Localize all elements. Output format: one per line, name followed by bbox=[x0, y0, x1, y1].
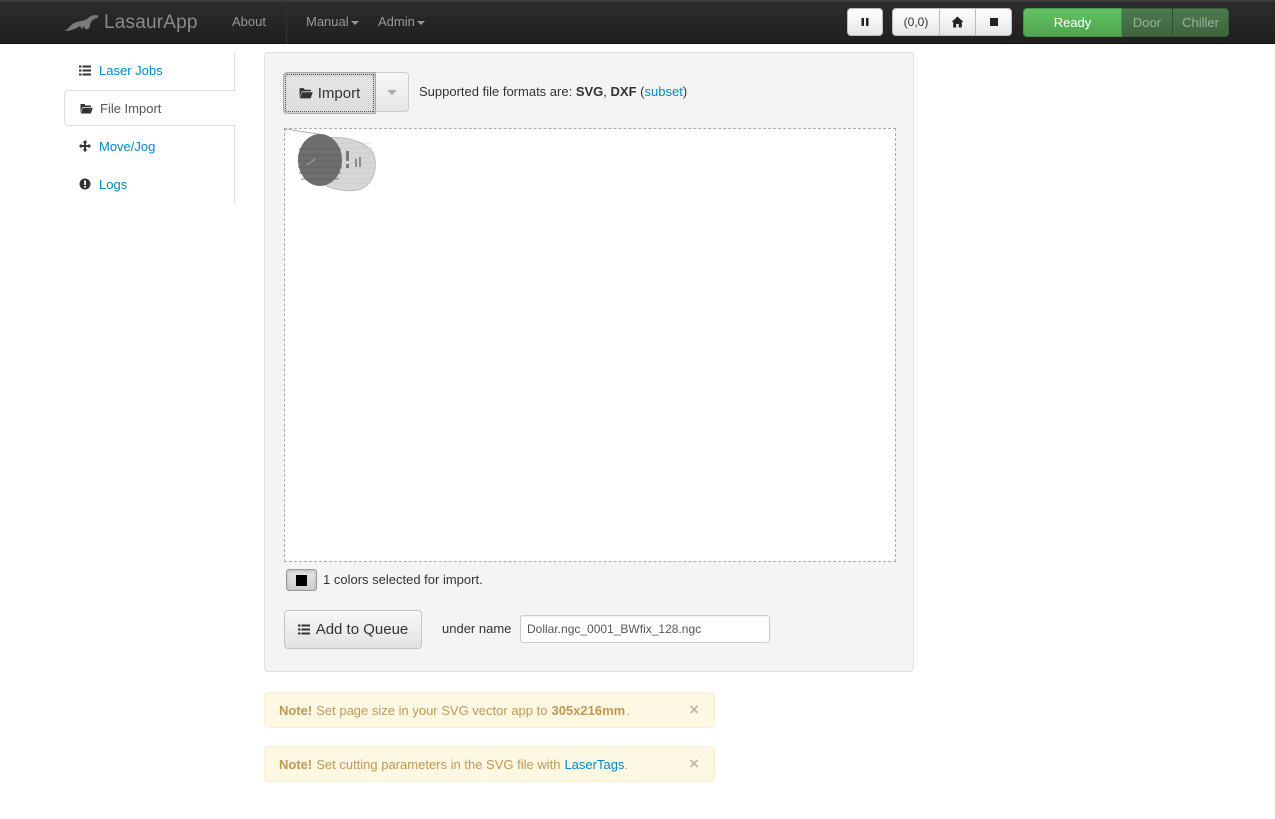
add-to-queue-button[interactable]: Add to Queue bbox=[284, 610, 422, 649]
add-to-queue-label: Add to Queue bbox=[315, 621, 409, 638]
sidebar-tabs: Laser Jobs File Import Move/Jog Logs bbox=[64, 52, 236, 204]
supported-formats-text: Supported file formats are: SVG, DXF (su… bbox=[419, 84, 687, 99]
import-options-dropdown[interactable] bbox=[376, 72, 409, 112]
brand-logo[interactable]: LasaurApp bbox=[62, 8, 198, 38]
list-icon bbox=[78, 65, 92, 76]
caret-down-icon bbox=[387, 89, 397, 95]
caret-down-icon bbox=[350, 20, 359, 25]
sidebar-item-move-jog[interactable]: Move/Jog bbox=[64, 128, 235, 164]
alert-note-label: Note! bbox=[279, 702, 313, 718]
goto-origin-button[interactable]: (0,0) bbox=[892, 8, 940, 36]
stop-icon bbox=[989, 18, 998, 26]
home-button[interactable] bbox=[940, 8, 976, 36]
sidebar-item-label: Move/Jog bbox=[99, 138, 156, 154]
nav-manual-dropdown[interactable]: Manual bbox=[306, 2, 359, 44]
coords-label: (0,0) bbox=[903, 15, 929, 29]
nav-divider bbox=[286, 2, 287, 44]
job-name-input[interactable] bbox=[520, 615, 770, 643]
import-button[interactable]: Import bbox=[283, 72, 376, 114]
status-door: Door bbox=[1122, 8, 1172, 37]
sidebar-item-file-import[interactable]: File Import bbox=[64, 90, 236, 126]
list-icon bbox=[297, 624, 310, 635]
status-chiller: Chiller bbox=[1172, 8, 1229, 37]
import-button-label: Import bbox=[317, 84, 361, 102]
folder-open-icon bbox=[299, 88, 313, 99]
sidebar-item-laser-jobs[interactable]: Laser Jobs bbox=[64, 52, 235, 88]
subset-link[interactable]: subset bbox=[645, 84, 683, 99]
close-icon[interactable]: × bbox=[689, 755, 699, 773]
alert-page-size-value: 305x216mm bbox=[551, 702, 626, 718]
status-indicator-group: Ready Door Chiller bbox=[1023, 8, 1229, 37]
colors-selected-text: 1 colors selected for import. bbox=[323, 572, 483, 587]
alert-period: . bbox=[626, 702, 630, 718]
alert-text: Set cutting parameters in the SVG file w… bbox=[316, 756, 561, 772]
sidebar-item-label: File Import bbox=[100, 100, 162, 116]
alert-period: . bbox=[624, 756, 629, 772]
brand-title: LasaurApp bbox=[104, 12, 198, 33]
move-icon bbox=[78, 140, 92, 152]
file-import-panel: Import Supported file formats are: SVG, … bbox=[264, 52, 914, 672]
top-navbar: LasaurApp About Manual Admin (0,0) Ready bbox=[0, 0, 1275, 44]
status-ready: Ready bbox=[1023, 8, 1122, 37]
pause-button[interactable] bbox=[847, 8, 883, 36]
sidebar-item-logs[interactable]: Logs bbox=[64, 166, 235, 202]
alert-laser-tags: Note! Set cutting parameters in the SVG … bbox=[264, 746, 715, 782]
sidebar-item-label: Logs bbox=[99, 176, 128, 192]
nav-admin-dropdown[interactable]: Admin bbox=[378, 2, 425, 44]
format-separator: , bbox=[603, 84, 607, 99]
nav-about-label: About bbox=[232, 14, 266, 29]
imported-dollar-graphic bbox=[285, 129, 376, 192]
machine-control-group: (0,0) bbox=[892, 8, 1012, 36]
format-dxf: DXF bbox=[610, 84, 637, 99]
exclamation-circle-icon bbox=[78, 178, 92, 190]
alert-text: Set page size in your SVG vector app to bbox=[316, 702, 548, 718]
home-icon bbox=[951, 16, 964, 28]
color-toggle-button[interactable] bbox=[286, 569, 317, 591]
format-svg: SVG bbox=[575, 84, 604, 99]
under-name-label: under name bbox=[442, 621, 512, 636]
nav-admin-label: Admin bbox=[378, 14, 415, 29]
folder-open-icon bbox=[79, 103, 93, 114]
alert-page-size: Note! Set page size in your SVG vector a… bbox=[264, 692, 715, 728]
lasaur-dino-icon bbox=[64, 15, 99, 31]
nav-manual-label: Manual bbox=[306, 14, 349, 29]
sidebar-item-label: Laser Jobs bbox=[99, 62, 163, 78]
lasertags-link[interactable]: LaserTags bbox=[564, 757, 624, 772]
close-icon[interactable]: × bbox=[689, 701, 699, 719]
nav-about[interactable]: About bbox=[232, 2, 266, 44]
formats-prefix: Supported file formats are: bbox=[419, 84, 573, 99]
alert-note-label: Note! bbox=[279, 756, 313, 772]
paren-close: ) bbox=[682, 84, 688, 99]
color-swatch bbox=[296, 574, 307, 586]
stop-button[interactable] bbox=[976, 8, 1012, 36]
caret-down-icon bbox=[416, 20, 425, 25]
pause-icon bbox=[861, 18, 869, 26]
import-preview-canvas[interactable] bbox=[284, 128, 896, 562]
